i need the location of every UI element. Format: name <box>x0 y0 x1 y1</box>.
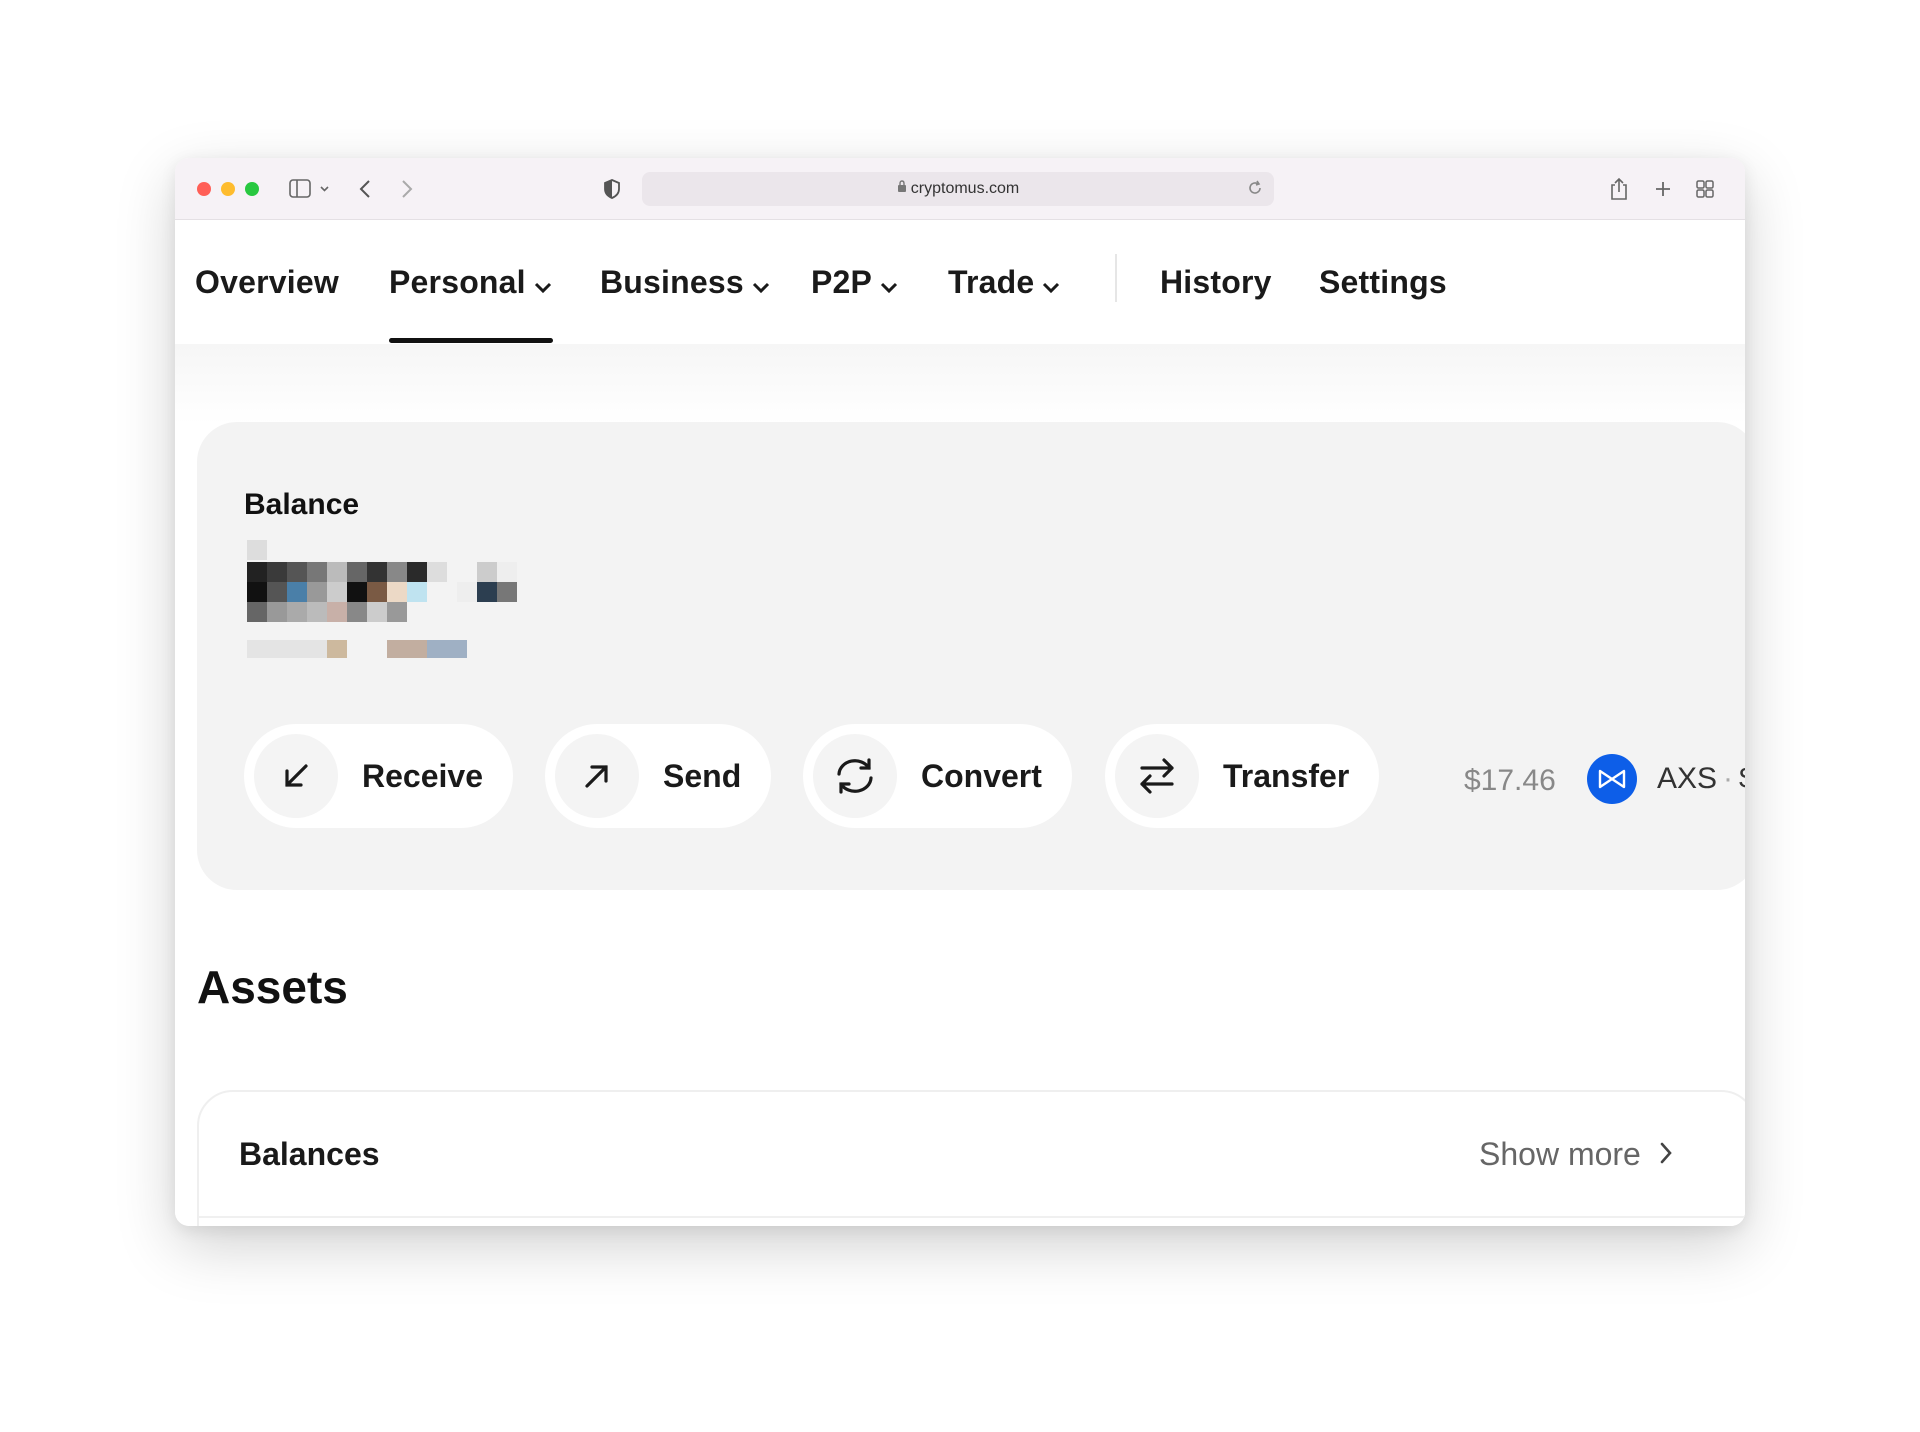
maximize-window-button[interactable] <box>245 182 259 196</box>
nav-label: Personal <box>389 263 526 300</box>
nav-label: History <box>1160 263 1272 300</box>
active-tab-indicator <box>389 338 553 343</box>
transfer-label: Transfer <box>1223 757 1350 794</box>
nav-label: Overview <box>195 263 339 300</box>
nav-overview[interactable]: Overview <box>195 260 339 304</box>
close-window-button[interactable] <box>197 182 211 196</box>
page-content: Overview Personal Business P2P Trade His… <box>175 220 1745 1226</box>
lock-icon <box>897 180 907 198</box>
ticker-symbol-text: AXS <box>1657 762 1718 795</box>
privacy-shield-icon[interactable] <box>601 176 623 202</box>
convert-label: Convert <box>921 757 1042 794</box>
ticker-price: $17.46 <box>1464 764 1556 797</box>
transfer-icon <box>1115 734 1199 818</box>
nav-business[interactable]: Business <box>600 260 770 304</box>
chevron-down-icon <box>1042 265 1060 302</box>
nav-label: Trade <box>948 263 1035 300</box>
balance-card: Balance Receive Send Convert Transfer $1… <box>197 422 1745 890</box>
balances-card: Balances Show more <box>197 1090 1745 1226</box>
nav-p2p[interactable]: P2P <box>811 260 898 304</box>
arrow-down-left-icon <box>254 734 338 818</box>
minimize-window-button[interactable] <box>221 182 235 196</box>
nav-settings[interactable]: Settings <box>1319 260 1447 304</box>
nav-personal[interactable]: Personal <box>389 260 552 304</box>
sidebar-toggle-icon[interactable] <box>289 176 333 202</box>
transfer-button[interactable]: Transfer <box>1105 724 1380 828</box>
tab-overview-icon[interactable] <box>1693 176 1717 202</box>
arrow-up-right-icon <box>555 734 639 818</box>
forward-icon[interactable] <box>397 176 417 202</box>
receive-label: Receive <box>362 757 483 794</box>
chevron-down-icon <box>534 265 552 302</box>
convert-button[interactable]: Convert <box>803 724 1072 828</box>
address-bar[interactable]: cryptomus.com <box>642 172 1274 206</box>
receive-button[interactable]: Receive <box>244 724 513 828</box>
ticker-symbol: AXS·$2 <box>1657 762 1745 796</box>
show-more-link[interactable]: Show more <box>1479 1136 1673 1173</box>
share-icon[interactable] <box>1607 176 1631 202</box>
chevron-right-icon <box>1659 1136 1673 1173</box>
redacted-balance-amount <box>247 540 607 660</box>
nav-trade[interactable]: Trade <box>948 260 1060 304</box>
axs-coin-icon <box>1587 754 1637 804</box>
reload-icon[interactable] <box>1246 179 1264 202</box>
browser-toolbar: cryptomus.com <box>175 158 1745 220</box>
top-nav: Overview Personal Business P2P Trade His… <box>175 220 1745 344</box>
convert-icon <box>813 734 897 818</box>
balances-divider <box>199 1216 1745 1218</box>
send-button[interactable]: Send <box>545 724 772 828</box>
browser-window: cryptomus.com Overview Personal Business… <box>175 158 1745 1226</box>
nav-label: Settings <box>1319 263 1447 300</box>
nav-separator <box>1115 254 1117 302</box>
send-label: Send <box>663 757 742 794</box>
new-tab-icon[interactable] <box>1651 176 1675 202</box>
balance-title: Balance <box>244 488 360 521</box>
chevron-down-icon <box>752 265 770 302</box>
nav-label: Business <box>600 263 744 300</box>
chevron-down-icon <box>880 265 898 302</box>
show-more-label: Show more <box>1479 1136 1641 1172</box>
nav-history[interactable]: History <box>1160 260 1272 304</box>
back-icon[interactable] <box>355 176 375 202</box>
nav-shadow <box>175 344 1745 424</box>
ticker-trailing-price: $2 <box>1739 762 1745 795</box>
balances-title: Balances <box>239 1136 380 1172</box>
url-text: cryptomus.com <box>910 180 1020 197</box>
assets-heading: Assets <box>197 961 348 1013</box>
nav-label: P2P <box>811 263 873 300</box>
